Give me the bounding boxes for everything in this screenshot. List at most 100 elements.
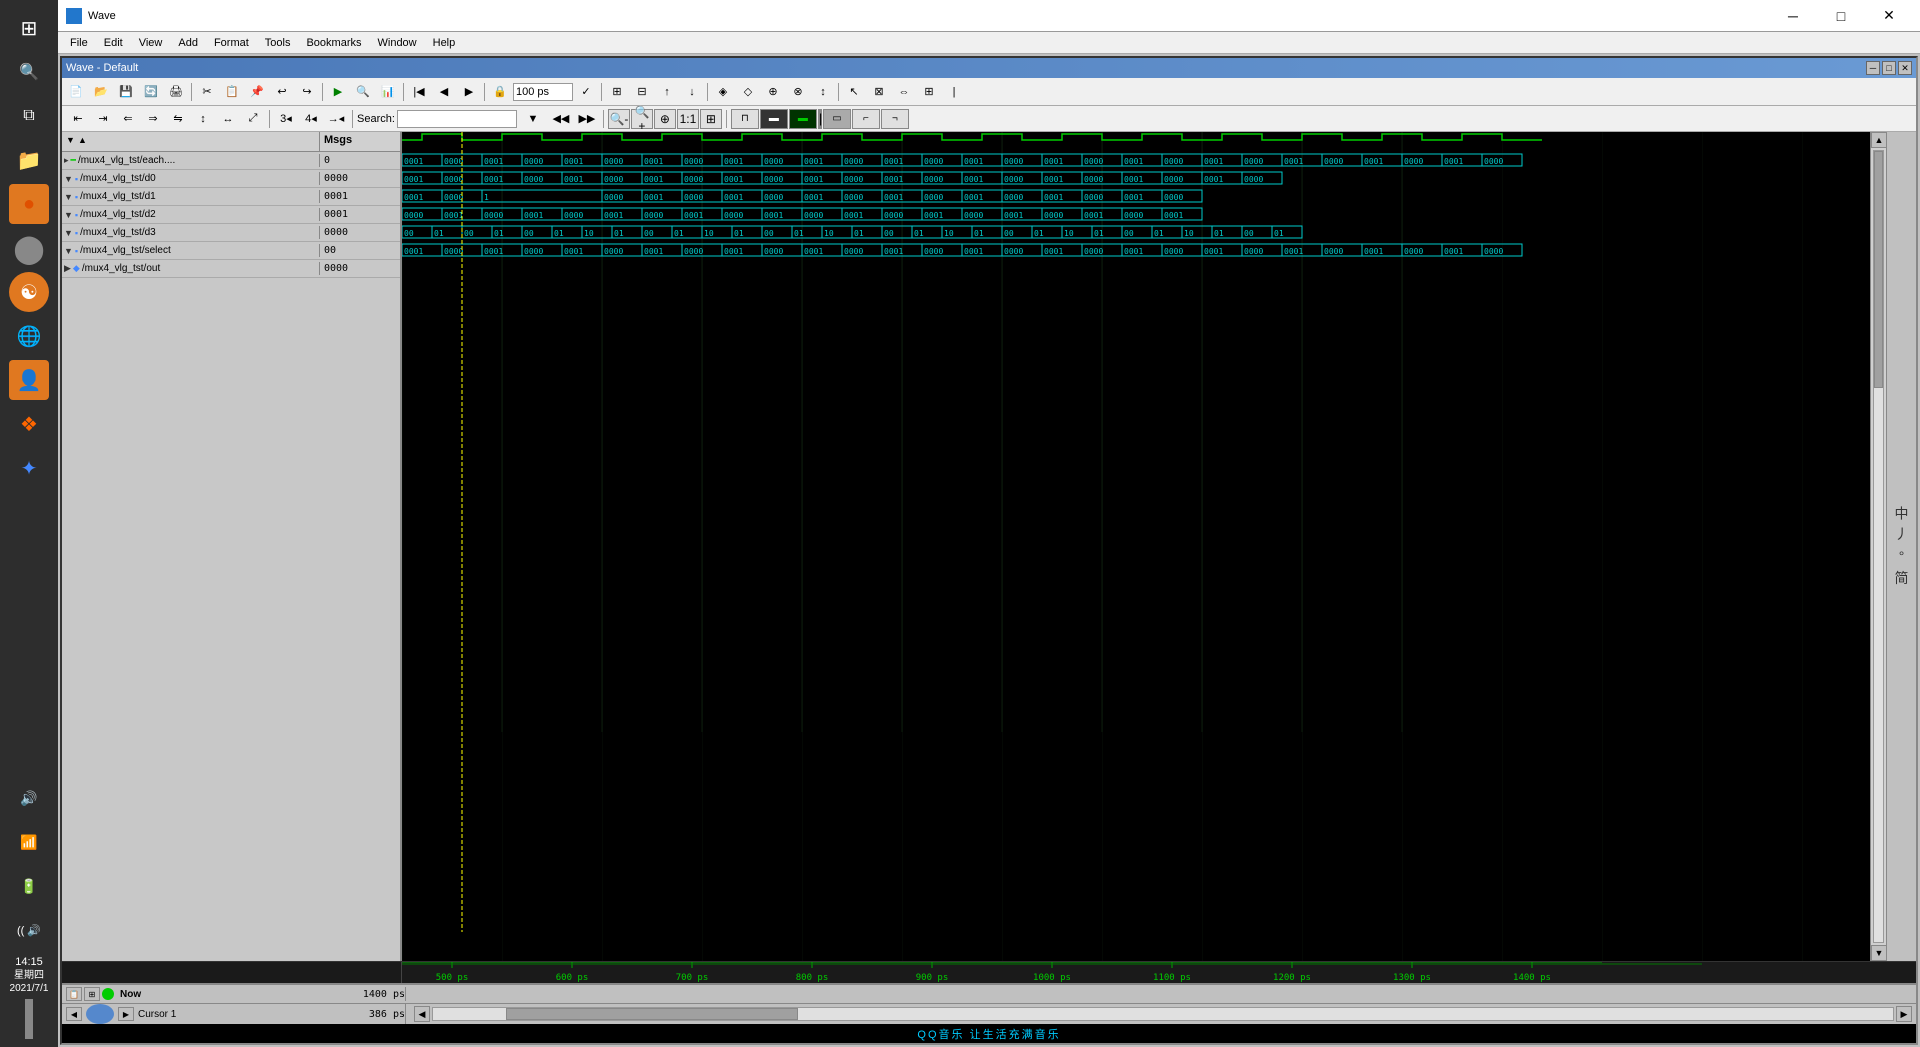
bottom-icon-1[interactable]: 🔊 — [9, 779, 49, 819]
menu-tools[interactable]: Tools — [257, 35, 299, 51]
run-btn[interactable]: ▶ — [326, 81, 350, 103]
search-button[interactable]: 🔍 — [9, 52, 49, 92]
zoom-1x-btn[interactable]: 1:1 — [677, 109, 699, 129]
scroll-v-track[interactable] — [1873, 150, 1884, 943]
cursor-mode-4[interactable]: ⊞ — [917, 81, 941, 103]
shape-green-btn[interactable]: ▬ — [789, 109, 817, 129]
redo-btn[interactable]: ↪ — [295, 81, 319, 103]
app-icon-6[interactable]: ❖ — [9, 404, 49, 444]
wave-btn-3[interactable]: ↑ — [655, 81, 679, 103]
signal-row-d3[interactable]: ▼ ▪ /mux4_vlg_tst/d3 0000 — [62, 224, 400, 242]
misc-btn-2[interactable]: ◇ — [736, 81, 760, 103]
signal-btn[interactable]: 📊 — [376, 81, 400, 103]
menu-add[interactable]: Add — [170, 35, 206, 51]
find-btn[interactable]: 🔍 — [351, 81, 375, 103]
search-input[interactable] — [397, 110, 517, 128]
wave-btn-1[interactable]: ⊞ — [605, 81, 629, 103]
expand-all-btn[interactable]: ▲ — [78, 135, 87, 145]
zoom-lock-btn[interactable]: 🔒 — [488, 81, 512, 103]
open-btn[interactable]: 📂 — [89, 81, 113, 103]
cursor-start-btn[interactable]: |◀ — [407, 81, 431, 103]
taskview-button[interactable]: ⧉ — [9, 96, 49, 136]
expand-d2[interactable]: ▼ — [64, 210, 73, 220]
misc-btn-5[interactable]: ↕ — [811, 81, 835, 103]
expand-each[interactable]: ▸ — [64, 155, 69, 166]
minimize-button[interactable]: ─ — [1770, 0, 1816, 32]
zoom-out-btn[interactable]: 🔍- — [608, 109, 630, 129]
clock-display[interactable]: 14:15 星期四2021/7/1 — [10, 955, 49, 995]
indent-btn-3[interactable]: ⇐ — [116, 108, 140, 130]
shape-edge-btn[interactable]: ⌐ — [852, 109, 880, 129]
scroll-up-btn[interactable]: ▲ — [1871, 132, 1886, 148]
shape-fill-btn[interactable]: ▬ — [760, 109, 788, 129]
bottom-icon-3[interactable]: 🔋 — [9, 867, 49, 907]
app-icon-3[interactable]: ☯ — [9, 272, 49, 312]
print-btn[interactable]: 🖨 — [164, 81, 188, 103]
indent-btn-5[interactable]: ⇋ — [166, 108, 190, 130]
undo-btn[interactable]: ↩ — [270, 81, 294, 103]
wave-shape-minus[interactable]: 4◂ — [299, 108, 323, 130]
indent-btn-1[interactable]: ⇤ — [66, 108, 90, 130]
menu-format[interactable]: Format — [206, 35, 257, 51]
zoom-in-btn[interactable]: 🔍+ — [631, 109, 653, 129]
zoom-custom-btn[interactable]: ⊞ — [700, 109, 722, 129]
status-btn-2[interactable]: ⊞ — [84, 987, 100, 1001]
expand-out[interactable]: ▶ — [64, 263, 71, 274]
wave-btn-4[interactable]: ↓ — [680, 81, 704, 103]
menu-window[interactable]: Window — [370, 35, 425, 51]
expand-d0[interactable]: ▼ — [64, 174, 73, 184]
indent-btn-7[interactable]: ↔ — [216, 108, 240, 130]
cursor-next-btn[interactable]: ▶ — [118, 1007, 134, 1021]
scroll-v-thumb[interactable] — [1874, 151, 1883, 388]
close-button[interactable]: ✕ — [1866, 0, 1912, 32]
wave-btn-2[interactable]: ⊟ — [630, 81, 654, 103]
app-icon-7[interactable]: ✦ — [9, 448, 49, 488]
signal-row-select[interactable]: ▼ ▪ /mux4_vlg_tst/select 00 — [62, 242, 400, 260]
bottom-icon-2[interactable]: 📶 — [9, 823, 49, 863]
shape-fall-btn[interactable]: ¬ — [881, 109, 909, 129]
menu-help[interactable]: Help — [425, 35, 464, 51]
wave-close-btn[interactable]: ✕ — [1898, 61, 1912, 75]
search-next-btn[interactable]: ▶▶ — [575, 108, 599, 130]
refresh-btn[interactable]: 🔄 — [139, 81, 163, 103]
copy-btn[interactable]: 📋 — [220, 81, 244, 103]
expand-d3[interactable]: ▼ — [64, 228, 73, 238]
paste-btn[interactable]: 📌 — [245, 81, 269, 103]
signal-row-d2[interactable]: ▼ ▪ /mux4_vlg_tst/d2 0001 — [62, 206, 400, 224]
cursor-mode-3[interactable]: ⇔ — [892, 81, 916, 103]
menu-view[interactable]: View — [131, 35, 171, 51]
signal-row-out[interactable]: ▶ ◆ /mux4_vlg_tst/out 0000 — [62, 260, 400, 278]
indent-btn-6[interactable]: ↕ — [191, 108, 215, 130]
menu-file[interactable]: File — [62, 35, 96, 51]
misc-btn-3[interactable]: ⊕ — [761, 81, 785, 103]
app-icon-5[interactable]: 👤 — [9, 360, 49, 400]
menu-bookmarks[interactable]: Bookmarks — [298, 35, 369, 51]
signal-row-d0[interactable]: ▼ ▪ /mux4_vlg_tst/d0 0000 — [62, 170, 400, 188]
cursor-mode-2[interactable]: ⊠ — [867, 81, 891, 103]
cursor-prev-btn[interactable]: ◀ — [66, 1007, 82, 1021]
collapse-all-btn[interactable]: ▼ — [66, 135, 75, 145]
misc-btn-4[interactable]: ⊗ — [786, 81, 810, 103]
signal-row-d1[interactable]: ▼ ▪ /mux4_vlg_tst/d1 0001 — [62, 188, 400, 206]
wave-shape-arrow[interactable]: →◂ — [324, 108, 348, 130]
waveform-display[interactable]: ▲ ▼ — [402, 132, 1886, 961]
indent-btn-4[interactable]: ⇒ — [141, 108, 165, 130]
new-btn[interactable]: 📄 — [64, 81, 88, 103]
maximize-button[interactable]: □ — [1818, 0, 1864, 32]
search-prev-btn[interactable]: ◀◀ — [549, 108, 573, 130]
windows-button[interactable]: ⊞ — [9, 8, 49, 48]
save-btn[interactable]: 💾 — [114, 81, 138, 103]
cursor-mode-5[interactable]: | — [942, 81, 966, 103]
shape-gray-btn[interactable]: ▭ — [823, 109, 851, 129]
search-go-btn[interactable]: ▼ — [519, 108, 547, 130]
app-icon-2[interactable]: ⬤ — [9, 228, 49, 268]
app-icon-1[interactable]: ● — [9, 184, 49, 224]
misc-btn-1[interactable]: ◈ — [711, 81, 735, 103]
cursor-mode-1[interactable]: ↖ — [842, 81, 866, 103]
scroll-left-btn[interactable]: ◀ — [414, 1006, 430, 1022]
file-explorer-button[interactable]: 📁 — [9, 140, 49, 180]
cut-btn[interactable]: ✂ — [195, 81, 219, 103]
scroll-right-btn[interactable]: ▶ — [1896, 1006, 1912, 1022]
scroll-h-track[interactable] — [432, 1007, 1894, 1021]
wave-shape-add[interactable]: 3◂ — [274, 108, 298, 130]
